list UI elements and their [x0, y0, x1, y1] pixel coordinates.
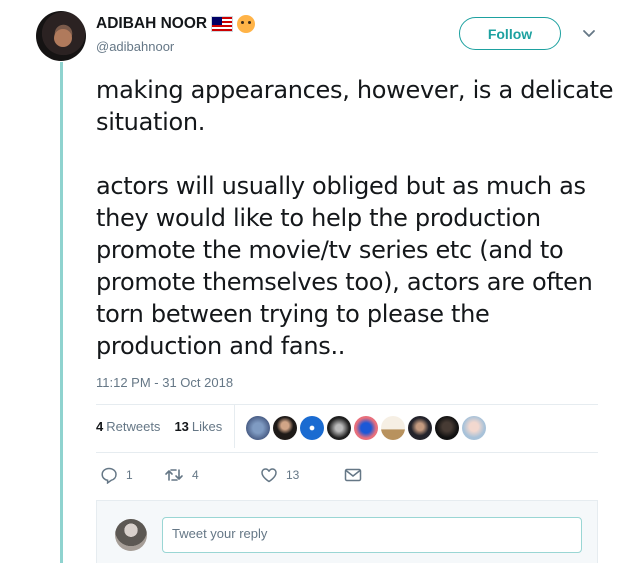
chevron-down-icon[interactable]	[580, 27, 598, 41]
liker-avatars	[246, 416, 486, 440]
stats-separator	[234, 404, 235, 448]
like-count: 13	[286, 468, 300, 482]
cat-face-icon	[237, 15, 256, 33]
liker-avatar[interactable]	[246, 416, 270, 440]
retweets-stat[interactable]: 4 Retweets	[96, 419, 160, 434]
envelope-icon	[344, 468, 362, 482]
liker-avatar[interactable]	[300, 416, 324, 440]
tweet-paragraph: actors will usually obliged but as much …	[96, 172, 593, 360]
message-action[interactable]	[344, 468, 362, 482]
author-handle[interactable]: @adibahnoor	[96, 39, 174, 54]
liker-avatar[interactable]	[381, 416, 405, 440]
author-name-text: ADIBAH NOOR	[96, 15, 208, 32]
reply-count: 1	[126, 468, 133, 482]
liker-avatar[interactable]	[327, 416, 351, 440]
divider	[96, 452, 598, 453]
tweet-paragraph: making appearances, however, is a delica…	[96, 76, 614, 136]
thread-line	[60, 62, 63, 563]
retweets-label: Retweets	[106, 419, 161, 434]
tweet-text: making appearances, however, is a delica…	[96, 74, 616, 394]
retweets-count: 4	[96, 419, 104, 434]
likes-count: 13	[174, 419, 189, 434]
timestamp[interactable]: 11:12 PM - 31 Oct 2018	[96, 375, 233, 390]
current-user-avatar	[115, 519, 147, 551]
reply-input[interactable]: Tweet your reply	[162, 517, 582, 553]
follow-button[interactable]: Follow	[459, 17, 561, 50]
tweet-actions: 1 4 13	[100, 466, 362, 484]
liker-avatar[interactable]	[408, 416, 432, 440]
author-name[interactable]: ADIBAH NOOR	[96, 15, 256, 33]
like-action[interactable]: 13	[260, 467, 344, 483]
liker-avatar[interactable]	[354, 416, 378, 440]
retweet-action[interactable]: 4	[164, 467, 260, 483]
avatar[interactable]	[36, 11, 86, 61]
reply-action[interactable]: 1	[100, 466, 164, 484]
liker-avatar[interactable]	[462, 416, 486, 440]
liker-avatar[interactable]	[273, 416, 297, 440]
likes-stat[interactable]: 13 Likes	[174, 419, 222, 434]
divider	[96, 404, 598, 405]
reply-composer: Tweet your reply	[96, 500, 598, 563]
malaysia-flag-icon	[211, 16, 234, 32]
tweet-stats: 4 Retweets 13 Likes	[96, 419, 222, 434]
reply-icon	[101, 467, 117, 484]
likes-label: Likes	[191, 419, 223, 434]
liker-avatar[interactable]	[435, 416, 459, 440]
retweet-icon	[165, 469, 183, 481]
retweet-count: 4	[192, 468, 199, 482]
heart-icon	[261, 468, 277, 483]
